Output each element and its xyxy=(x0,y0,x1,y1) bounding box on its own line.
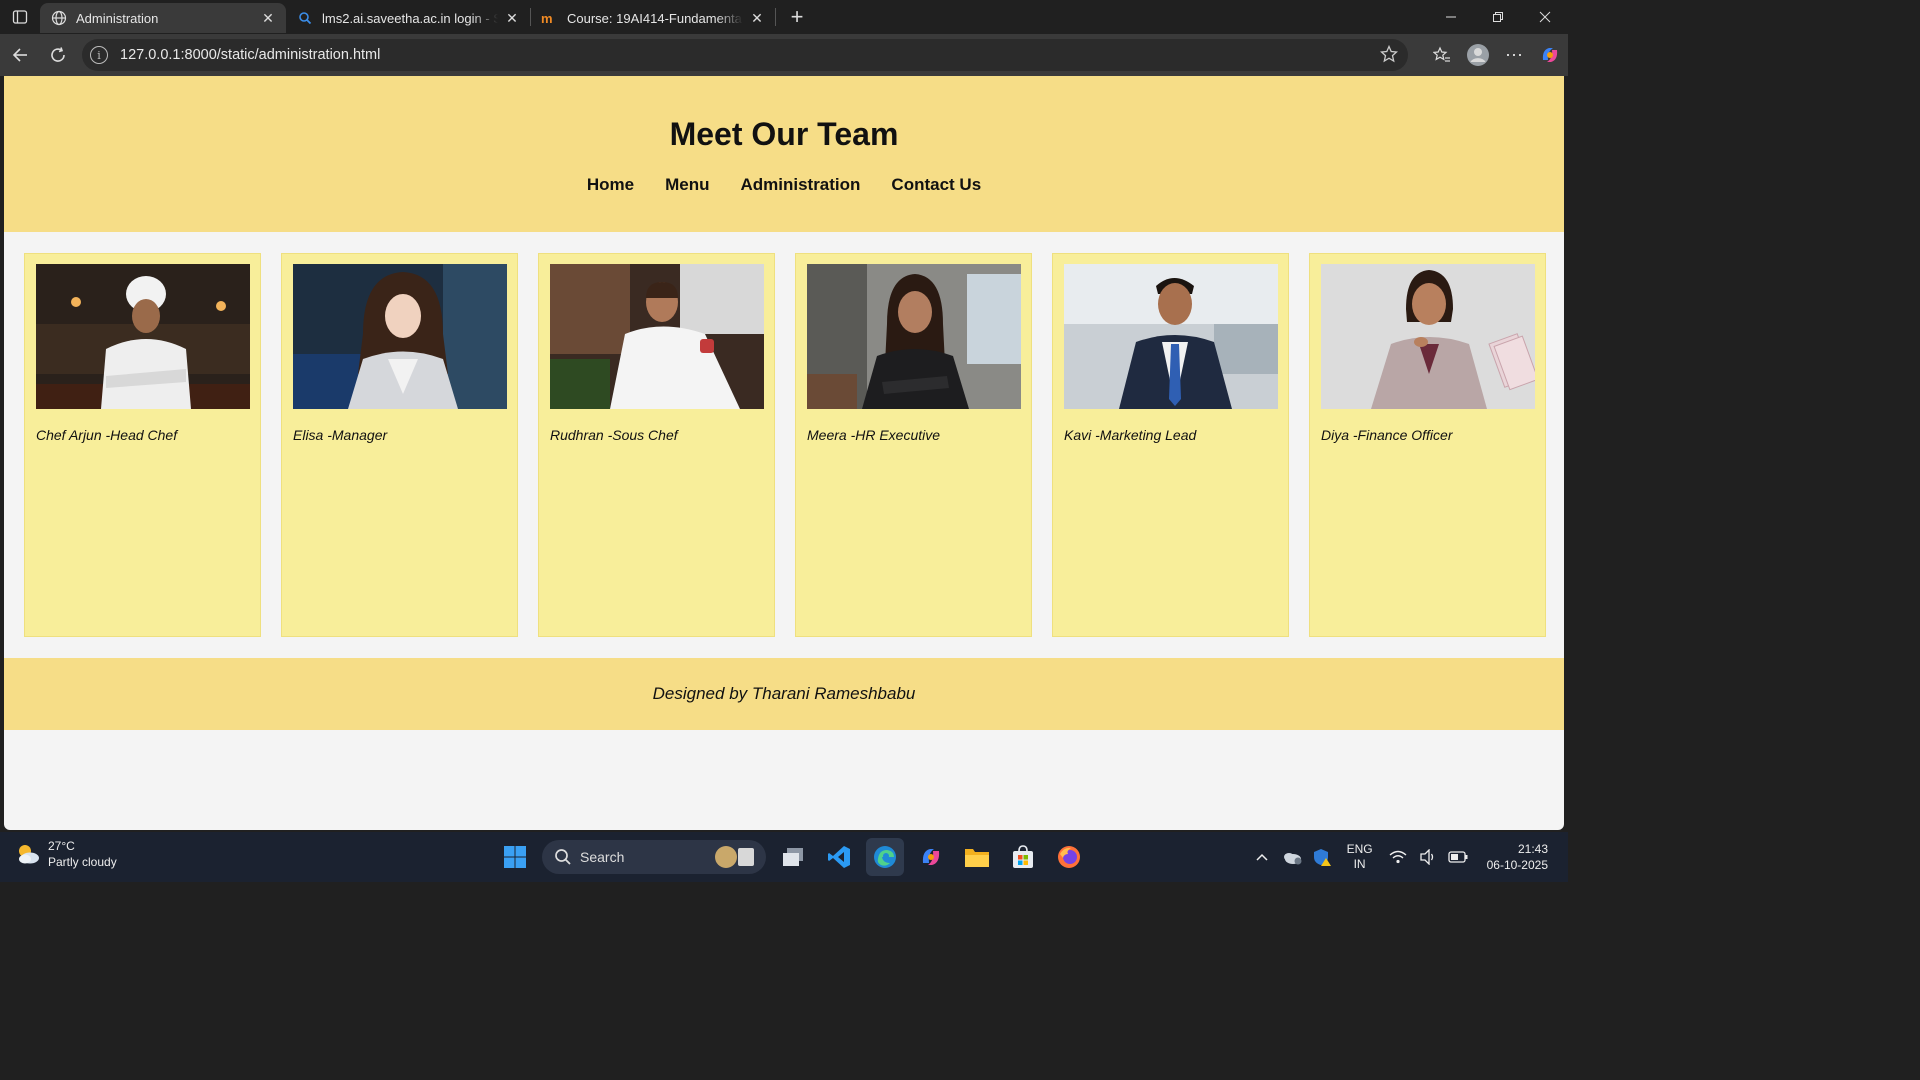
site-header: Meet Our Team Home Menu Administration C… xyxy=(4,76,1564,232)
team-card: Chef Arjun -Head Chef xyxy=(24,253,261,637)
tab-actions-icon[interactable] xyxy=(0,0,40,34)
page-viewport: Meet Our Team Home Menu Administration C… xyxy=(4,76,1564,830)
microsoft-store-icon[interactable] xyxy=(1004,838,1042,876)
clock-date: 06-10-2025 xyxy=(1486,858,1548,872)
team-card: Rudhran -Sous Chef xyxy=(538,253,775,637)
manager-photo xyxy=(293,264,507,409)
moodle-icon: m xyxy=(541,9,559,27)
team-card: Elisa -Manager xyxy=(281,253,518,637)
marketing-photo xyxy=(1064,264,1278,409)
favorites-icon[interactable] xyxy=(1424,39,1460,71)
weather-desc: Partly cloudy xyxy=(48,855,117,869)
sous-chef-photo xyxy=(550,264,764,409)
tab-divider xyxy=(775,8,776,26)
search-label: Search xyxy=(580,849,625,865)
onedrive-icon[interactable] xyxy=(1277,849,1307,865)
team-grid: Chef Arjun -Head Chef Elisa -Manager Rud… xyxy=(4,232,1564,658)
window-controls xyxy=(1427,0,1568,34)
tab-administration[interactable]: Administration ✕ xyxy=(40,3,286,33)
nav-home-link[interactable]: Home xyxy=(587,175,634,195)
profile-icon[interactable] xyxy=(1460,39,1496,71)
taskbar-search[interactable]: Search xyxy=(542,840,766,874)
more-options-icon[interactable]: ⋯ xyxy=(1496,39,1532,71)
restore-icon[interactable] xyxy=(1474,0,1521,34)
tab-title: Administration xyxy=(76,10,159,26)
browser-toolbar: i 127.0.0.1:8000/static/administration.h… xyxy=(0,34,1568,76)
team-caption: Chef Arjun -Head Chef xyxy=(36,427,178,443)
site-info-icon[interactable]: i xyxy=(90,46,108,64)
new-tab-button[interactable]: + xyxy=(782,2,812,32)
firefox-icon[interactable] xyxy=(1050,838,1088,876)
team-caption: Rudhran -Sous Chef xyxy=(550,427,678,443)
favorite-star-icon[interactable] xyxy=(1379,44,1399,67)
taskbar-apps: Search xyxy=(496,837,1088,877)
file-explorer-icon[interactable] xyxy=(958,838,996,876)
nav-contact-link[interactable]: Contact Us xyxy=(891,175,981,195)
tab-title: Course: 19AI414-Fundamentals of xyxy=(567,10,743,26)
site-nav: Home Menu Administration Contact Us xyxy=(4,175,1564,195)
team-caption: Meera -HR Executive xyxy=(807,427,941,443)
minimize-icon[interactable] xyxy=(1427,0,1474,34)
close-tab-icon[interactable]: ✕ xyxy=(260,10,276,26)
lang-code: ENG xyxy=(1346,842,1373,856)
chevron-up-icon[interactable] xyxy=(1247,852,1277,862)
battery-icon[interactable] xyxy=(1443,851,1473,863)
nav-menu-link[interactable]: Menu xyxy=(665,175,709,195)
wifi-icon[interactable] xyxy=(1383,850,1413,864)
taskbar: 27°C Partly cloudy Search ENG IN 21:43 0… xyxy=(0,832,1568,882)
weather-temp: 27°C xyxy=(48,839,75,853)
security-shield-icon[interactable] xyxy=(1307,847,1337,867)
weather-widget[interactable]: 27°C Partly cloudy xyxy=(14,838,117,870)
chef-photo xyxy=(36,264,250,409)
team-card: Diya -Finance Officer xyxy=(1309,253,1546,637)
close-tab-icon[interactable]: ✕ xyxy=(504,10,520,26)
search-icon xyxy=(555,849,571,865)
back-icon[interactable] xyxy=(2,39,38,71)
edge-icon[interactable] xyxy=(866,838,904,876)
team-caption: Diya -Finance Officer xyxy=(1321,427,1453,443)
volume-icon[interactable] xyxy=(1413,849,1443,865)
search-icon xyxy=(296,9,314,27)
vscode-icon[interactable] xyxy=(820,838,858,876)
hr-photo xyxy=(807,264,1021,409)
page-title: Meet Our Team xyxy=(669,116,899,152)
copilot-icon[interactable] xyxy=(1532,39,1568,71)
address-bar[interactable]: i 127.0.0.1:8000/static/administration.h… xyxy=(82,39,1408,71)
team-caption: Elisa -Manager xyxy=(293,427,388,443)
system-tray: ENG IN 21:43 06-10-2025 xyxy=(1247,832,1568,882)
region-code: IN xyxy=(1353,857,1366,871)
team-caption: Kavi -Marketing Lead xyxy=(1064,427,1197,443)
svg-text:m: m xyxy=(541,11,553,25)
finance-photo xyxy=(1321,264,1535,409)
reload-icon[interactable] xyxy=(40,39,76,71)
toolbar-right: ⋯ xyxy=(1424,34,1568,76)
search-highlight-icon xyxy=(715,846,754,868)
globe-icon xyxy=(50,9,68,27)
clock[interactable]: 21:43 06-10-2025 xyxy=(1487,841,1548,873)
close-window-icon[interactable] xyxy=(1521,0,1568,34)
tab-strip: Administration ✕ lms2.ai.saveetha.ac.in … xyxy=(0,0,1568,34)
url-text: 127.0.0.1:8000/static/administration.htm… xyxy=(120,47,381,63)
clock-time: 21:43 xyxy=(1517,842,1548,856)
tab-course[interactable]: m Course: 19AI414-Fundamentals of ✕ xyxy=(531,3,775,33)
team-card: Meera -HR Executive xyxy=(795,253,1032,637)
close-tab-icon[interactable]: ✕ xyxy=(749,10,765,26)
task-view-icon[interactable] xyxy=(774,838,812,876)
site-footer: Designed by Tharani Rameshbabu xyxy=(4,658,1564,730)
nav-administration-link[interactable]: Administration xyxy=(740,175,860,195)
windows-start-icon[interactable] xyxy=(496,838,534,876)
tab-lms-search[interactable]: lms2.ai.saveetha.ac.in login - Sear ✕ xyxy=(286,3,530,33)
copilot-app-icon[interactable] xyxy=(912,838,950,876)
team-card: Kavi -Marketing Lead xyxy=(1052,253,1289,637)
partly-cloudy-icon xyxy=(19,845,39,864)
language-indicator[interactable]: ENG IN xyxy=(1347,842,1373,872)
tab-title: lms2.ai.saveetha.ac.in login - Sear xyxy=(322,10,498,26)
